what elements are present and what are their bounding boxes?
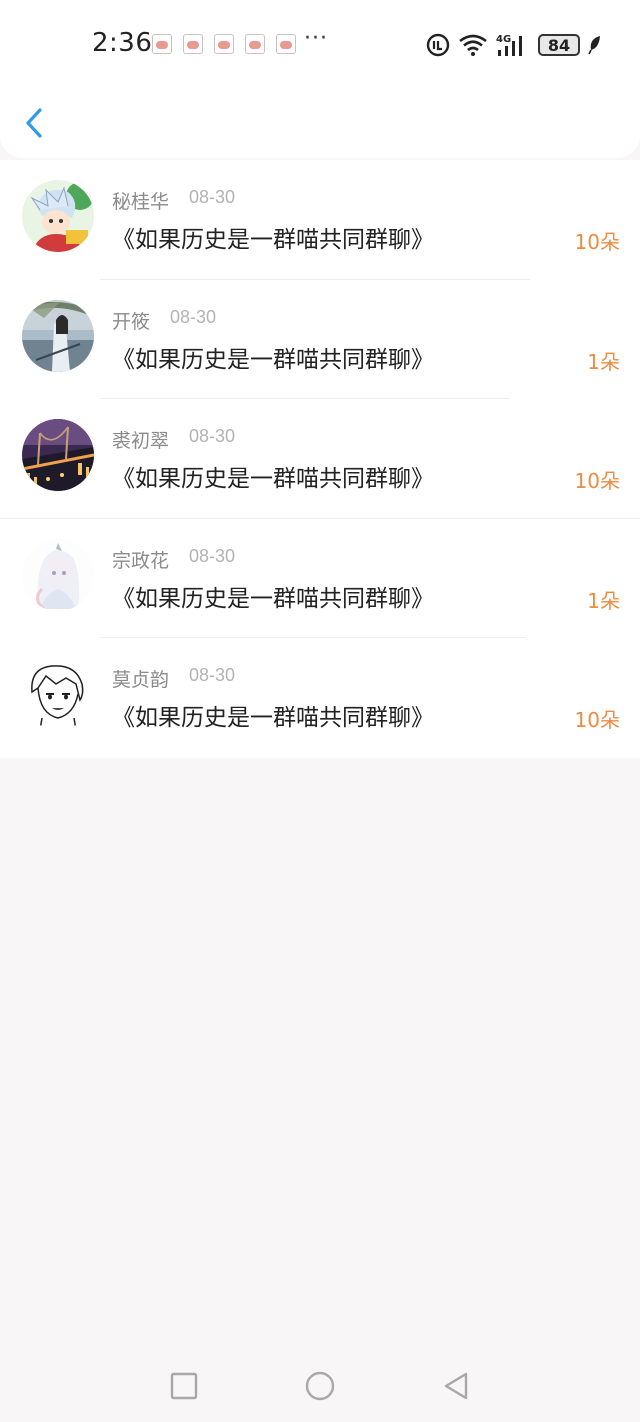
flower-count: 10朵 (574, 230, 620, 254)
status-bar: 2:36 ··· 4G 84 (0, 20, 640, 68)
system-navigation-bar (0, 1350, 640, 1422)
recents-button[interactable] (168, 1370, 200, 1402)
triangle-back-icon (444, 1372, 468, 1400)
book-title: 《如果历史是一群喵共同群聊》 (112, 227, 434, 253)
status-time: 2:36 (92, 28, 153, 58)
list-item[interactable]: 宗政花 08-30 《如果历史是一群喵共同群聊》 1朵 (0, 519, 640, 638)
record-date: 08-30 (189, 426, 236, 446)
pig-notification-icon (245, 34, 265, 54)
record-meta: 秘桂华 08-30 (112, 187, 235, 214)
leaf-icon (588, 36, 600, 55)
back-button[interactable] (20, 104, 50, 144)
system-icons: 4G 84 (426, 32, 602, 58)
avatar[interactable] (22, 658, 94, 730)
square-icon (170, 1372, 198, 1400)
flower-count: 10朵 (574, 469, 620, 493)
sender-name: 开筱 (112, 310, 151, 333)
list-item[interactable]: 秘桂华 08-30 《如果历史是一群喵共同群聊》 10朵 (0, 160, 640, 280)
sender-name: 宗政花 (112, 549, 170, 572)
chevron-left-icon (26, 108, 42, 138)
circle-icon (305, 1371, 335, 1401)
signal-4g-icon: 4G (496, 34, 522, 56)
gift-records-list: 秘桂华 08-30 《如果历史是一群喵共同群聊》 10朵 开筱 08-30 《如… (0, 160, 640, 758)
sender-name: 裘初翠 (112, 430, 170, 452)
list-item[interactable]: 裘初翠 08-30 《如果历史是一群喵共同群聊》 10朵 (0, 399, 640, 519)
hd-call-icon (426, 33, 450, 57)
sender-name: 秘桂华 (112, 191, 170, 213)
nav-back-button[interactable] (440, 1370, 472, 1402)
record-meta: 开筱 08-30 (112, 307, 216, 334)
svg-text:4G: 4G (496, 34, 511, 45)
pig-notification-icon (214, 34, 234, 54)
pig-notification-icon (276, 34, 296, 54)
pig-notification-icon (183, 34, 203, 54)
record-date: 08-30 (189, 665, 236, 685)
flower-count: 1朵 (587, 349, 620, 374)
avatar[interactable] (22, 180, 94, 252)
avatar[interactable] (22, 299, 94, 372)
avatar[interactable] (22, 538, 94, 611)
flower-count: 1朵 (587, 588, 620, 613)
flower-count: 10朵 (574, 708, 620, 732)
avatar[interactable] (22, 419, 94, 491)
notification-icons (152, 34, 296, 54)
book-title: 《如果历史是一群喵共同群聊》 (112, 346, 434, 373)
record-meta: 裘初翠 08-30 (112, 426, 235, 453)
wifi-icon (459, 34, 487, 56)
record-date: 08-30 (189, 545, 236, 566)
book-title: 《如果历史是一群喵共同群聊》 (112, 705, 434, 731)
home-button[interactable] (304, 1370, 336, 1402)
book-title: 《如果历史是一群喵共同群聊》 (112, 585, 434, 612)
record-date: 08-30 (189, 187, 236, 207)
record-meta: 莫贞韵 08-30 (112, 665, 235, 692)
list-item[interactable]: 开筱 08-30 《如果历史是一群喵共同群聊》 1朵 (0, 280, 640, 399)
sender-name: 莫贞韵 (112, 669, 170, 691)
top-header: 2:36 ··· 4G 84 (0, 0, 640, 158)
more-notifications-indicator: ··· (304, 26, 328, 51)
pig-notification-icon (152, 34, 172, 54)
record-meta: 宗政花 08-30 (112, 546, 235, 573)
battery-icon: 84 (538, 34, 580, 56)
record-date: 08-30 (170, 306, 217, 327)
list-item[interactable]: 莫贞韵 08-30 《如果历史是一群喵共同群聊》 10朵 (0, 638, 640, 758)
book-title: 《如果历史是一群喵共同群聊》 (112, 466, 434, 492)
